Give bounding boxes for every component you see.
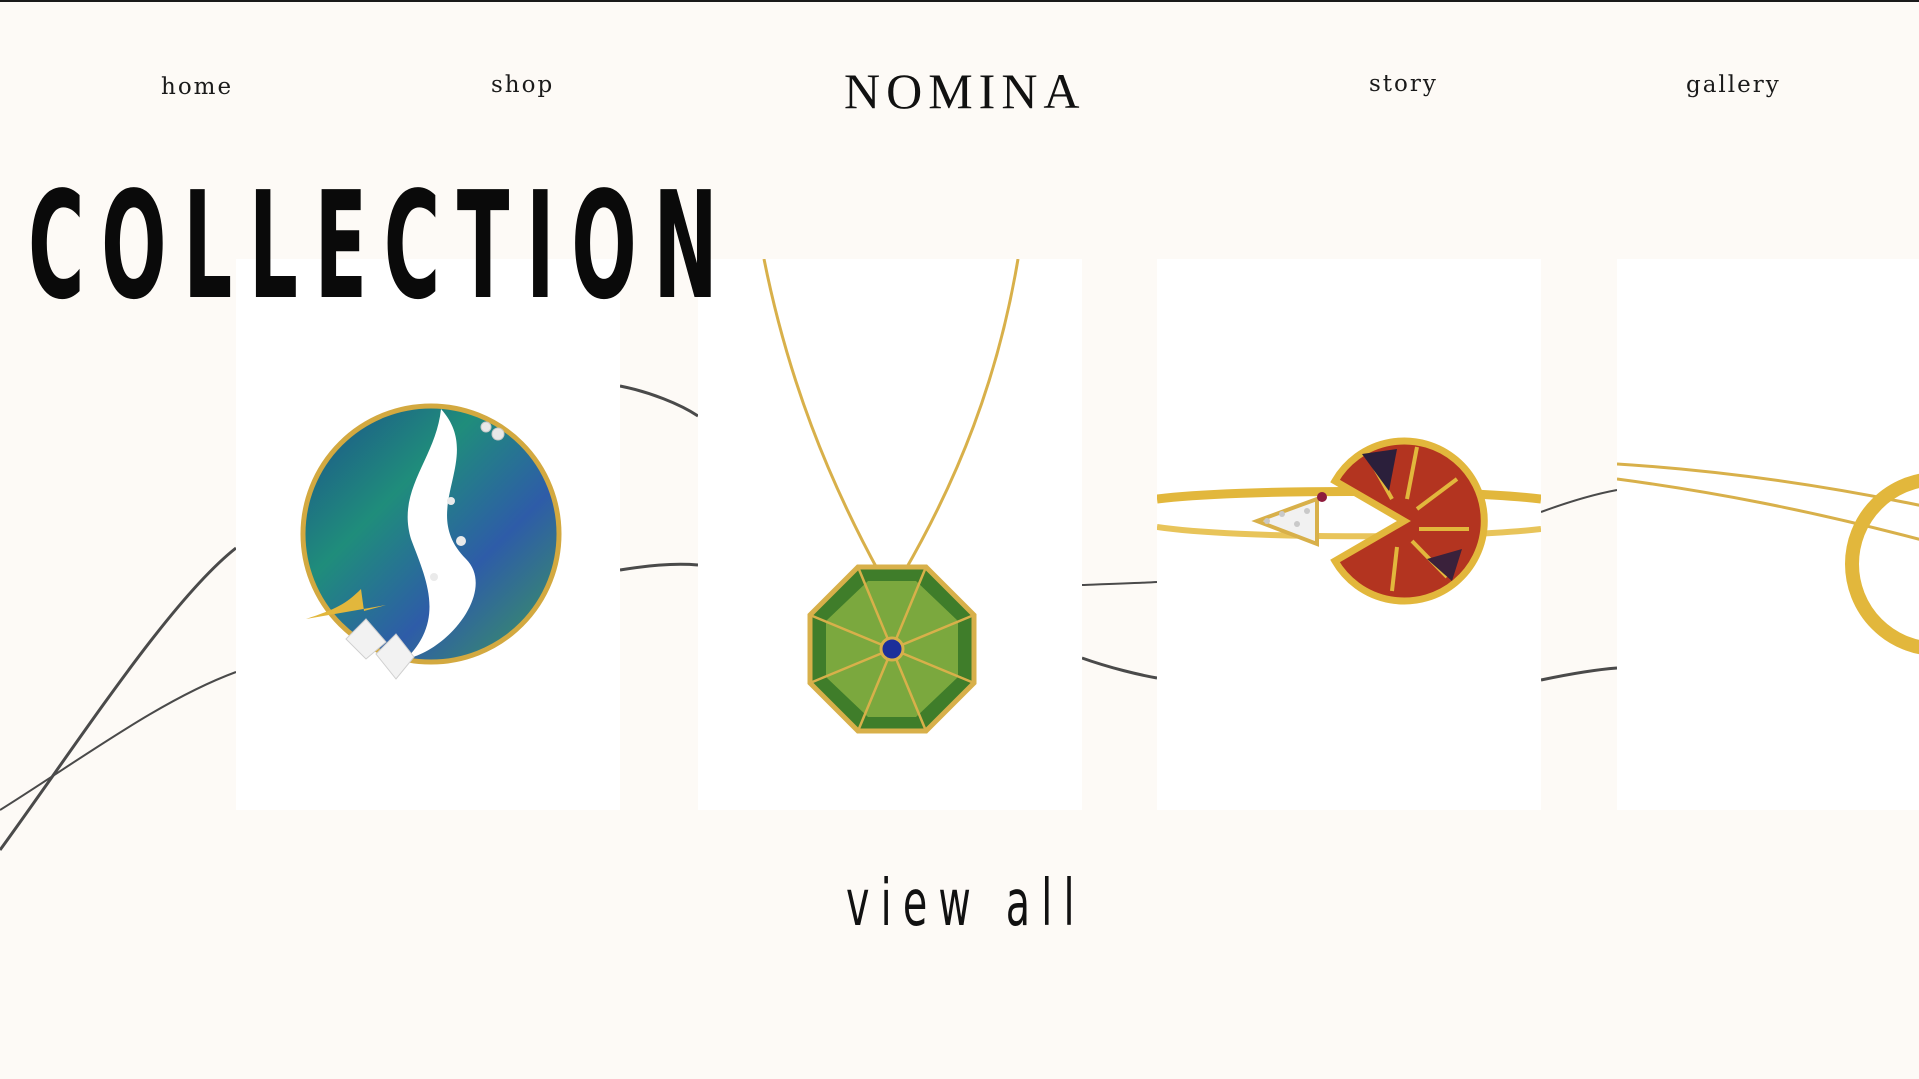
product-card-bangle[interactable] xyxy=(1157,259,1541,810)
octagon-enamel-pendant-necklace-icon xyxy=(762,259,1020,734)
enamel-moon-brooch-icon xyxy=(300,403,562,680)
gold-hoop-necklace-icon xyxy=(1617,462,1919,655)
collection-heading: COLLECTION xyxy=(28,160,735,332)
product-card-brooch[interactable] xyxy=(236,259,620,810)
product-card-pendant[interactable] xyxy=(698,259,1082,810)
product-card-hoop-necklace[interactable] xyxy=(1617,259,1919,810)
enamel-bangle-bracelet-icon xyxy=(1157,437,1541,605)
view-all-link[interactable]: view all xyxy=(846,872,1086,936)
